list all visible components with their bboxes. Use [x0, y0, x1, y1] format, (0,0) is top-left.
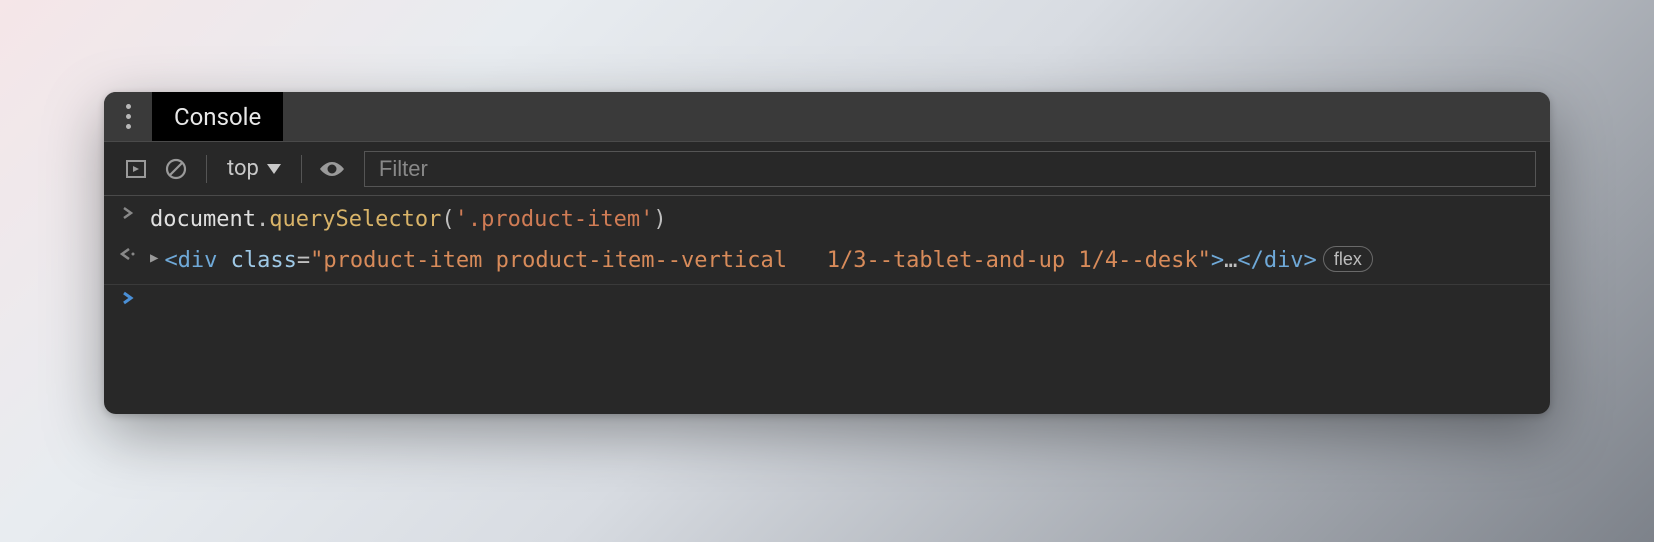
devtools-panel: Console top [104, 92, 1550, 414]
sidebar-icon [125, 158, 147, 180]
flex-badge[interactable]: flex [1323, 246, 1373, 272]
console-output: document.querySelector('.product-item') … [104, 196, 1550, 414]
expand-triangle-icon[interactable]: ▶ [150, 247, 158, 269]
console-result-element[interactable]: ▶<div class="product-item product-item--… [150, 243, 1373, 278]
toggle-sidebar-button[interactable] [118, 151, 154, 187]
console-result-row: ▶<div class="product-item product-item--… [104, 239, 1550, 285]
more-options-button[interactable] [104, 92, 152, 141]
output-caret-icon [118, 243, 138, 261]
live-expression-button[interactable] [314, 151, 350, 187]
filter-input[interactable] [364, 151, 1536, 187]
toolbar-divider [206, 155, 207, 183]
chevron-down-icon [267, 164, 281, 174]
clear-icon [164, 157, 188, 181]
console-input-row: document.querySelector('.product-item') [104, 200, 1550, 239]
clear-console-button[interactable] [158, 151, 194, 187]
console-toolbar: top [104, 142, 1550, 196]
prompt-caret-icon [118, 287, 138, 305]
toolbar-divider [301, 155, 302, 183]
eye-icon [318, 159, 346, 179]
console-input-code[interactable]: document.querySelector('.product-item') [150, 202, 667, 237]
console-prompt-row[interactable] [104, 285, 1550, 307]
context-label: top [227, 156, 259, 181]
context-selector[interactable]: top [219, 156, 289, 181]
tab-console[interactable]: Console [152, 92, 283, 141]
tab-label: Console [174, 103, 261, 131]
kebab-icon [126, 104, 131, 129]
tab-bar: Console [104, 92, 1550, 142]
input-caret-icon [118, 202, 138, 220]
